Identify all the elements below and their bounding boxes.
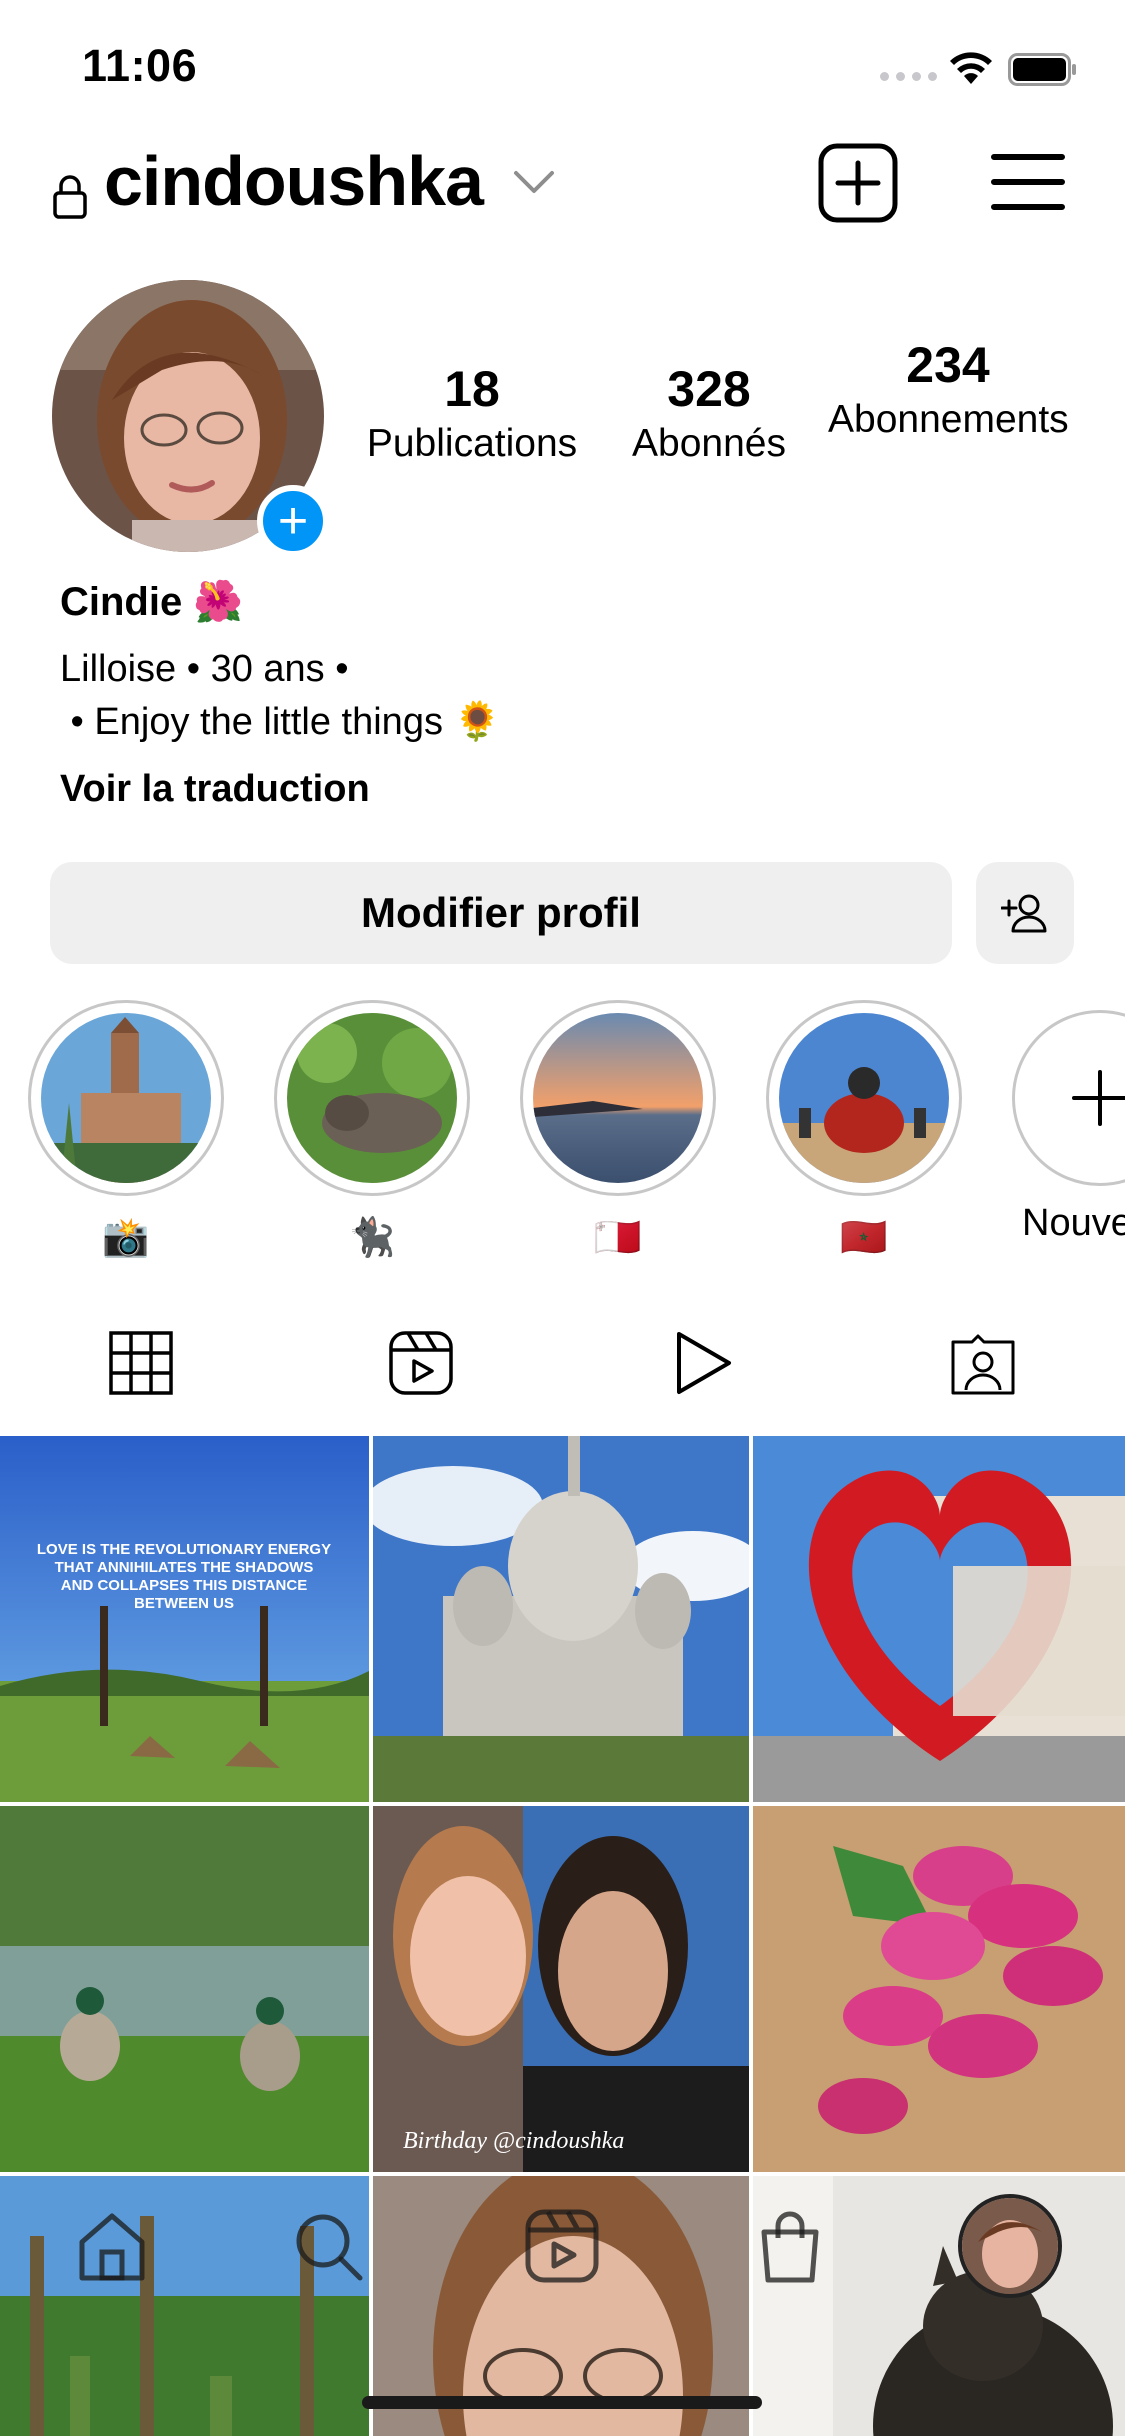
grid-post[interactable]: Birthday @cindoushka — [373, 1806, 749, 2172]
stat-posts[interactable]: 18 Publications — [352, 360, 592, 466]
home-icon[interactable] — [74, 2208, 150, 2284]
grid-post[interactable]: LOVE IS THE REVOLUTIONARY ENERGY THAT AN… — [0, 1436, 369, 1802]
add-story-plus-icon[interactable]: + — [257, 485, 329, 557]
posts-label: Publications — [366, 422, 578, 465]
play-tab-icon[interactable] — [667, 1328, 737, 1398]
home-indicator — [362, 2396, 762, 2409]
profile-tab-avatar[interactable] — [958, 2194, 1062, 2298]
posts-count: 18 — [444, 361, 500, 417]
followers-label: Abonnés — [632, 422, 786, 465]
highlight-label: 🇲🇦 — [840, 1217, 888, 1259]
new-highlight[interactable]: Nouveau — [1002, 1000, 1125, 1245]
search-icon[interactable] — [290, 2208, 366, 2284]
discover-people-button[interactable] — [976, 862, 1074, 964]
highlight-label: 🐈‍⬛ — [348, 1217, 396, 1259]
highlight-cover — [28, 1000, 224, 1196]
following-count: 234 — [906, 337, 990, 393]
profile-header: cindoushka — [0, 135, 1125, 285]
bio-line: • Enjoy the little things 🌻 — [60, 701, 501, 743]
svg-text:AND COLLAPSES THIS DISTANCE: AND COLLAPSES THIS DISTANCE — [61, 1577, 307, 1594]
grid-post[interactable] — [0, 1806, 369, 2172]
new-post-icon[interactable] — [818, 143, 898, 223]
shop-icon[interactable] — [752, 2208, 828, 2284]
post-caption: LOVE IS THE REVOLUTIONARY ENERGY — [37, 1541, 331, 1558]
highlight-label: 📸 — [102, 1217, 150, 1259]
stat-followers[interactable]: 328 Abonnés — [618, 360, 800, 466]
edit-profile-button[interactable]: Modifier profil — [50, 862, 952, 964]
profile-content-tabs — [0, 1310, 1125, 1430]
followers-count: 328 — [667, 361, 751, 417]
chevron-down-icon[interactable] — [512, 167, 556, 197]
story-highlight[interactable]: 📸 — [28, 1000, 224, 1260]
add-person-icon — [1001, 894, 1047, 933]
story-highlight[interactable]: 🐈‍⬛ — [274, 1000, 470, 1260]
lock-icon — [53, 175, 87, 219]
profile-avatar[interactable]: + — [52, 280, 329, 557]
story-highlight[interactable]: 🇲🇹 — [520, 1000, 716, 1260]
bio-line: Lilloise • 30 ans • — [60, 648, 349, 690]
display-name: Cindie 🌺 — [60, 580, 244, 624]
plus-icon — [1072, 1070, 1125, 1126]
post-caption: Birthday @cindoushka — [403, 2128, 624, 2154]
svg-text:THAT ANNIHILATES THE SHADOWS: THAT ANNIHILATES THE SHADOWS — [55, 1559, 314, 1576]
wifi-icon — [950, 52, 992, 84]
status-time: 11:06 — [82, 40, 198, 91]
see-translation-link[interactable]: Voir la traduction — [60, 768, 370, 811]
grid-tab-icon[interactable] — [106, 1328, 176, 1398]
highlight-label: 🇲🇹 — [594, 1217, 642, 1259]
cellular-signal-icon — [880, 72, 937, 81]
story-highlight[interactable]: 🇲🇦 — [766, 1000, 962, 1260]
svg-text:BETWEEN US: BETWEEN US — [134, 1595, 234, 1612]
highlight-cover — [1012, 1010, 1125, 1186]
tagged-tab-icon[interactable] — [948, 1328, 1018, 1398]
stat-following[interactable]: 234 Abonnements — [828, 336, 1084, 443]
highlight-cover — [274, 1000, 470, 1196]
grid-post[interactable] — [753, 1806, 1125, 2172]
grid-post[interactable] — [753, 1436, 1125, 1802]
highlight-cover — [520, 1000, 716, 1196]
battery-icon — [1008, 53, 1076, 86]
status-bar: 11:06 — [0, 0, 1125, 135]
grid-post[interactable] — [373, 1436, 749, 1802]
reels-tab-icon[interactable] — [386, 1328, 456, 1398]
following-label: Abonnements — [828, 398, 1069, 441]
highlight-cover — [766, 1000, 962, 1196]
highlight-label: Nouveau — [1022, 1202, 1125, 1244]
reels-nav-icon[interactable] — [524, 2208, 600, 2284]
hamburger-menu-icon[interactable] — [990, 149, 1066, 215]
account-username[interactable]: cindoushka — [104, 141, 484, 221]
